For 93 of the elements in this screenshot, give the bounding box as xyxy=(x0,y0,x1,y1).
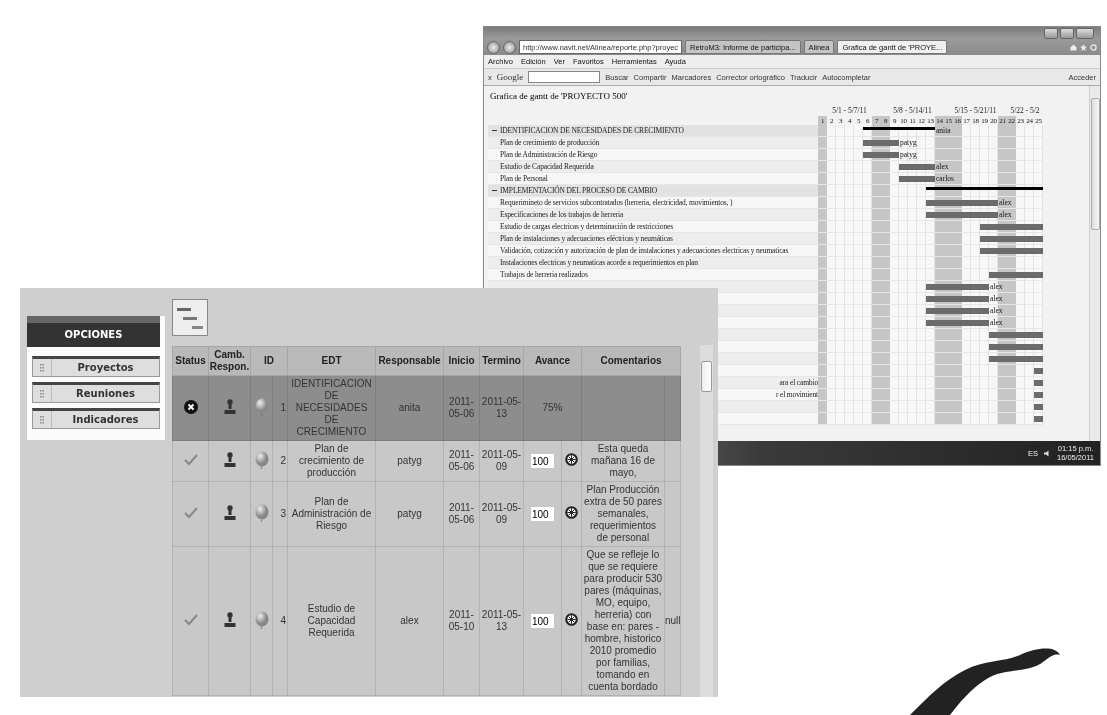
progress-input[interactable]: 100 xyxy=(531,454,554,468)
task-bar xyxy=(863,140,899,146)
task-bar xyxy=(1034,416,1043,422)
task-bar xyxy=(1034,404,1043,410)
table-cell: 2011-05-13 xyxy=(479,375,524,441)
column-header: Camb. Respon. xyxy=(208,346,251,376)
table-cell: alex xyxy=(375,546,444,696)
settings-icon xyxy=(1090,43,1097,51)
page-title: Grafica de gantt de 'PROYECTO 500' xyxy=(490,91,629,103)
wheel-icon xyxy=(565,506,578,519)
home-icon xyxy=(1070,43,1077,51)
table-cell: 2 xyxy=(272,440,288,482)
table-cell: Estudio de Capacidad Requerida xyxy=(287,546,376,696)
table-cell: 2011-05-06 xyxy=(443,440,480,482)
table-cell: patyg xyxy=(375,481,444,547)
table-cell: 2011-05-10 xyxy=(443,546,480,696)
column-header: Termino xyxy=(479,346,524,376)
table-cell: Plan de crecimiento de producción xyxy=(287,440,376,482)
grip-icon xyxy=(40,363,44,372)
sidebar-item[interactable]: Proyectos xyxy=(32,356,160,377)
task-bar xyxy=(863,152,899,158)
wheel-icon xyxy=(565,453,578,466)
task-bar xyxy=(989,272,1043,278)
sidebar-item[interactable]: Reuniones xyxy=(32,382,160,403)
balloon-icon xyxy=(254,610,269,629)
minimize-button[interactable] xyxy=(1060,27,1074,39)
forward-button[interactable] xyxy=(503,40,516,54)
person-icon xyxy=(223,398,236,415)
table-cell: anita xyxy=(375,375,444,441)
task-bar xyxy=(1034,368,1043,374)
table-cell: 2011-05-09 xyxy=(479,440,524,482)
column-header: EDT xyxy=(287,346,376,376)
column-header: ID xyxy=(250,346,288,376)
table-cell: 1 xyxy=(272,375,288,441)
table-cell: 2011-05-06 xyxy=(443,481,480,547)
table-cell: 2011-05-09 xyxy=(479,481,524,547)
task-bar xyxy=(926,284,989,290)
back-button[interactable] xyxy=(487,40,500,54)
task-bar xyxy=(989,332,1043,338)
sidebar-title: OPCIONES xyxy=(27,316,160,347)
table-cell: IDENTIFICACION DE NECESIDADES DE CRECIMIENTO xyxy=(287,375,376,441)
task-bar xyxy=(926,212,998,218)
task-bar xyxy=(980,236,1043,242)
table-cell: Plan de Administración de Riesgo xyxy=(287,481,376,547)
restore-button[interactable] xyxy=(1044,27,1058,39)
progress-input[interactable]: 100 xyxy=(531,507,554,521)
balloon-icon xyxy=(254,397,269,416)
table-cell: 3 xyxy=(272,481,288,547)
task-bar xyxy=(926,200,998,206)
table-cell: 75% xyxy=(523,375,582,441)
task-bar xyxy=(980,248,1043,254)
task-bar xyxy=(1034,392,1043,398)
person-icon xyxy=(223,504,236,521)
table-cell: Esta queda mañana 16 de mayo, xyxy=(581,440,665,482)
table-cell: 2011-05-06 xyxy=(443,375,480,441)
column-header: Status xyxy=(172,346,209,376)
balloon-icon xyxy=(254,450,269,469)
person-icon xyxy=(223,451,236,468)
table-cell: 2011-05-13 xyxy=(479,546,524,696)
column-header: Inicio xyxy=(443,346,480,376)
toolbar-brand: Google xyxy=(496,72,524,82)
task-bar xyxy=(926,308,989,314)
task-bar xyxy=(989,356,1043,362)
grip-icon xyxy=(40,415,44,424)
table-cell: Que se refleje lo que se requiere para producir 530 pares (máquinas, MO, equipo, herreria) con base en: pares - hombre, historico 2010 promedio por familias, tomando en cuenta bordado xyxy=(581,546,665,696)
progress-input[interactable]: 100 xyxy=(531,614,554,628)
close-button[interactable] xyxy=(1076,27,1094,39)
task-bar xyxy=(926,320,989,326)
speaker-icon xyxy=(1044,449,1051,457)
star-icon xyxy=(1080,43,1087,51)
table-cell: null xyxy=(664,546,681,696)
table-cell: 4 xyxy=(272,546,288,696)
table-cell: patyg xyxy=(375,440,444,482)
scrollbar[interactable] xyxy=(1089,86,1100,441)
column-header: Comentarios xyxy=(581,346,681,376)
task-bar xyxy=(899,176,935,182)
search-field[interactable] xyxy=(528,71,601,83)
task-bar xyxy=(989,344,1043,350)
balloon-icon xyxy=(254,503,269,522)
summary-bar xyxy=(863,127,935,130)
sidebar-item[interactable]: Indicadores xyxy=(32,408,160,429)
column-header: Avance xyxy=(523,346,582,376)
grip-icon xyxy=(40,389,44,398)
gantt-button[interactable] xyxy=(172,299,208,336)
column-header: Responsable xyxy=(375,346,444,376)
scrollbar[interactable] xyxy=(700,345,713,697)
person-icon xyxy=(223,611,236,628)
task-bar xyxy=(926,296,989,302)
task-bar xyxy=(899,164,935,170)
task-bar xyxy=(1034,380,1043,386)
wheel-icon xyxy=(565,613,578,626)
task-bar xyxy=(980,224,1043,230)
table-cell: Plan Producción extra de 50 pares semanales, requerimientos de personal xyxy=(581,481,665,547)
